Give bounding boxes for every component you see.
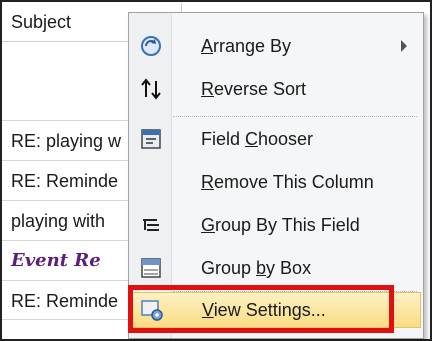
group-by-box-icon	[131, 250, 171, 286]
view-settings-icon	[132, 292, 172, 328]
menu-item-group-by-box[interactable]: Group by Box	[131, 250, 421, 286]
menu-item-view-settings[interactable]: View Settings...	[131, 292, 421, 328]
group-by-field-icon	[131, 207, 171, 243]
column-context-menu: Arrange By Reverse Sort Field Chooser Re…	[128, 12, 424, 339]
menu-item-field-chooser[interactable]: Field Chooser	[131, 121, 421, 157]
arrange-by-icon	[131, 28, 171, 64]
subject-header-label: Subject	[11, 12, 72, 32]
menu-item-remove-column[interactable]: Remove This Column	[131, 164, 421, 200]
submenu-arrow-icon	[401, 40, 407, 52]
menu-item-arrange-by[interactable]: Arrange By	[131, 28, 421, 64]
menu-item-reverse-sort[interactable]: Reverse Sort	[131, 71, 421, 107]
reverse-sort-icon	[131, 71, 171, 107]
menu-item-group-by-field[interactable]: Group By This Field	[131, 207, 421, 243]
menu-separator	[173, 116, 417, 117]
field-chooser-icon	[131, 121, 171, 157]
